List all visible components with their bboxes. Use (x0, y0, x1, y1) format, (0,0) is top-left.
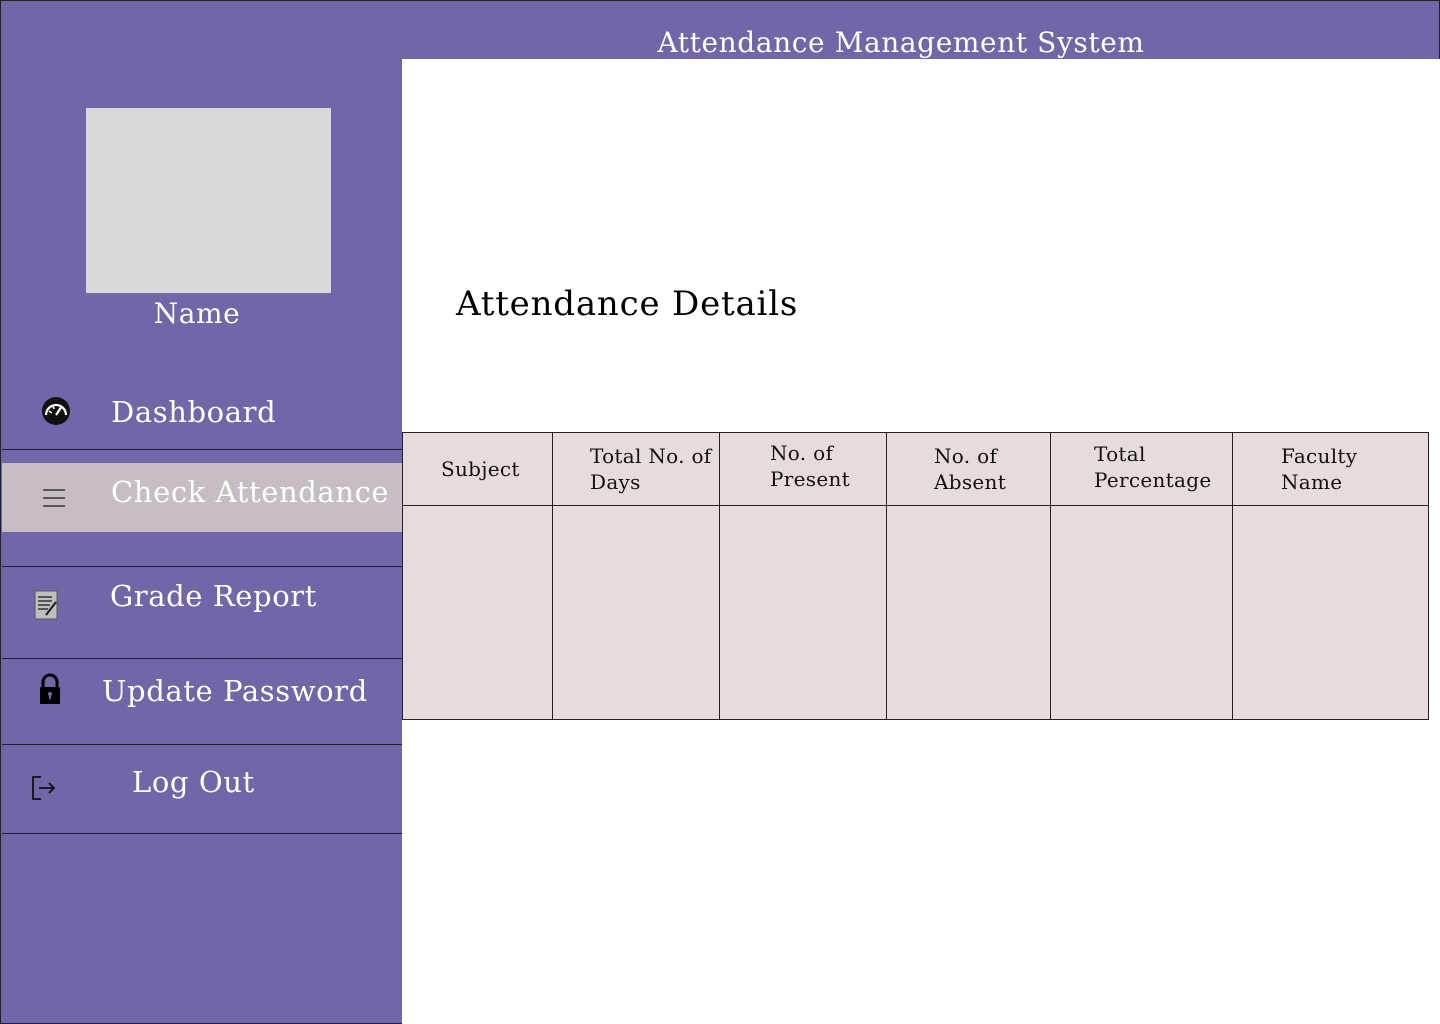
sidebar-item-log-out[interactable]: Log Out (2, 745, 402, 833)
sidebar-item-dashboard[interactable]: Dashboard (2, 383, 402, 449)
divider (2, 449, 402, 450)
sidebar-item-label: Log Out (132, 765, 255, 799)
logout-icon (32, 776, 56, 800)
column-header-present: No. of Present (719, 432, 887, 506)
report-document-icon (34, 590, 58, 620)
sidebar-item-grade-report[interactable]: Grade Report (2, 567, 402, 658)
table-cell (719, 505, 887, 720)
divider (2, 833, 402, 834)
app-title: Attendance Management System (657, 26, 1145, 59)
avatar (86, 108, 331, 293)
table-row (402, 505, 1429, 720)
page-title: Attendance Details (456, 284, 799, 324)
column-header-absent: No. of Absent (886, 432, 1051, 506)
attendance-table: Subject Total No. of Days No. of Present… (402, 432, 1429, 720)
column-header-subject: Subject (402, 432, 553, 506)
user-name: Name (153, 297, 241, 330)
column-header-faculty-name: Faculty Name (1232, 432, 1429, 506)
column-header-percentage: Total Percentage (1050, 432, 1233, 506)
sidebar-item-update-password[interactable]: Update Password (2, 659, 402, 744)
menu-lines-icon (43, 489, 65, 507)
table-cell (886, 505, 1051, 720)
sidebar-item-label: Grade Report (110, 579, 317, 613)
table-header-row: Subject Total No. of Days No. of Present… (402, 432, 1429, 506)
column-header-total-days: Total No. of Days (552, 432, 720, 506)
sidebar-item-label: Dashboard (111, 395, 277, 429)
sidebar-item-label: Update Password (102, 674, 368, 708)
table-cell (1050, 505, 1233, 720)
sidebar-item-label: Check Attendance (111, 475, 390, 509)
dashboard-gauge-icon (42, 397, 70, 425)
table-cell (552, 505, 720, 720)
table-cell (1232, 505, 1429, 720)
table-cell (402, 505, 553, 720)
sidebar-item-check-attendance[interactable]: Check Attendance (2, 463, 402, 532)
lock-icon (40, 673, 60, 704)
